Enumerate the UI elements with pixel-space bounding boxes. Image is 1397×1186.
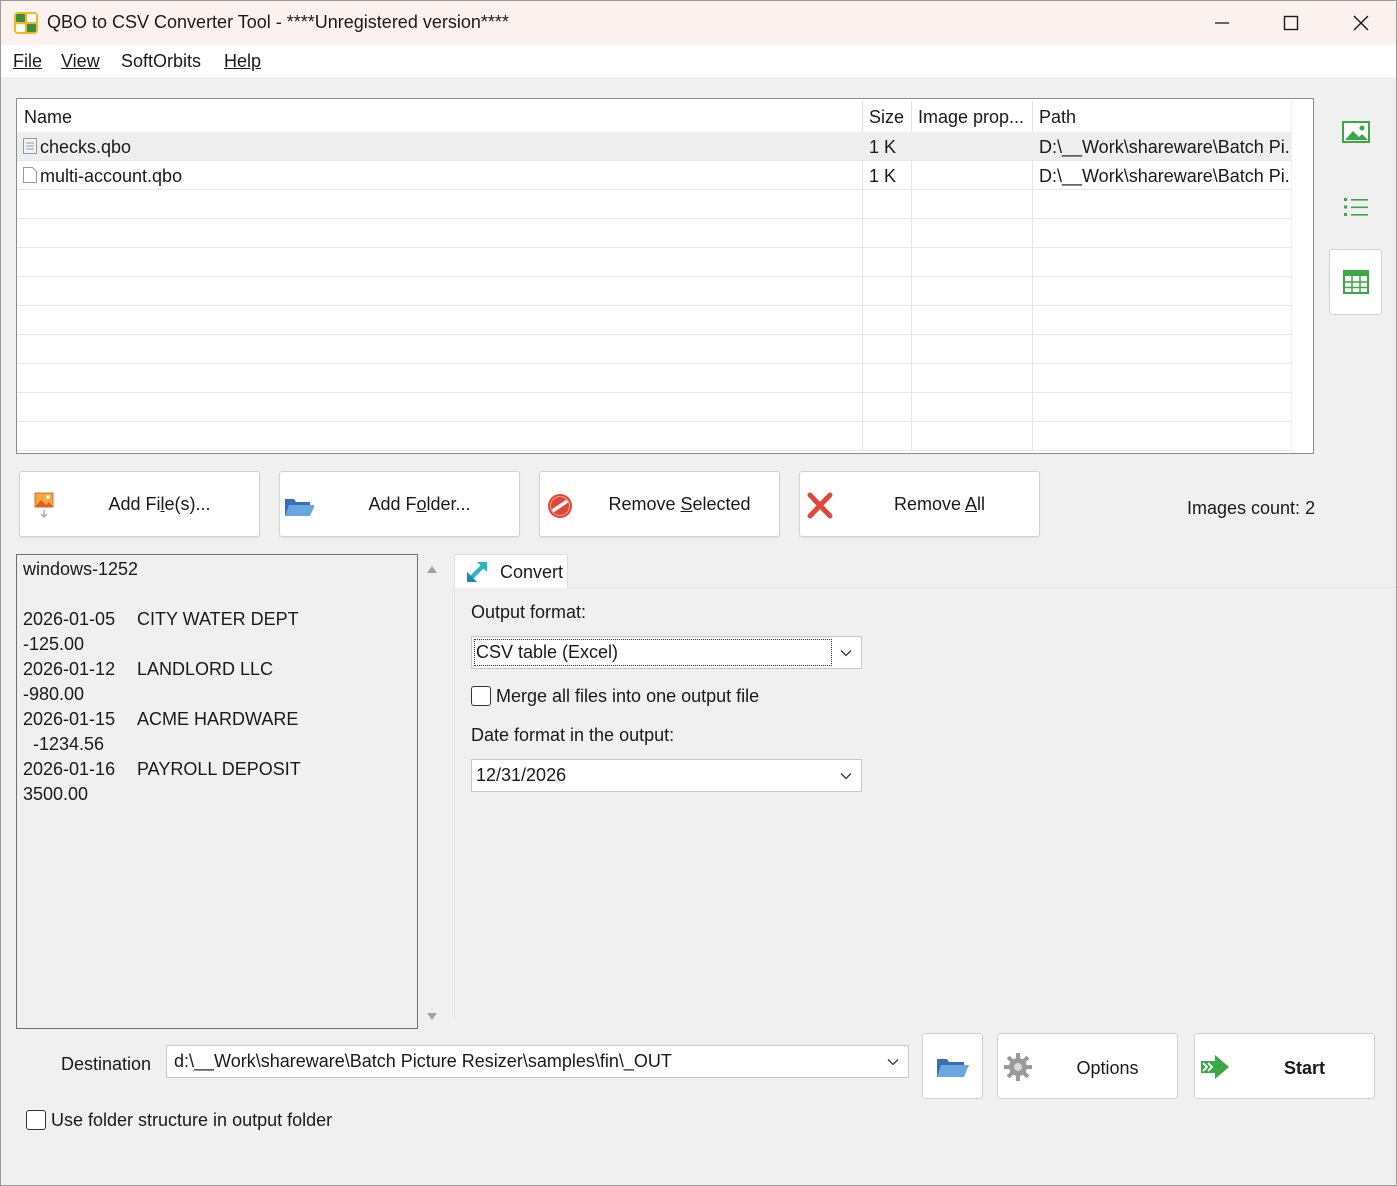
preview-amount: -125.00: [23, 634, 85, 654]
merge-files-checkbox[interactable]: [471, 686, 491, 706]
table-view-icon: [1342, 270, 1369, 294]
preview-line: 2026-01-16 PAYROLL DEPOSIT: [23, 759, 301, 779]
minimize-button[interactable]: [1187, 1, 1257, 45]
file-row[interactable]: multi-account.qbo 1 K D:\__Work\sharewar…: [17, 161, 1292, 190]
folder-open-icon: [285, 499, 314, 516]
options-button[interactable]: Options: [997, 1033, 1178, 1099]
minimize-icon: [1215, 22, 1229, 24]
gear-icon: [1004, 1053, 1032, 1081]
maximize-button[interactable]: [1256, 1, 1326, 45]
preview-line: 2026-01-05 CITY WATER DEPT: [23, 609, 299, 629]
output-format-label: Output format:: [471, 602, 587, 622]
tab-convert[interactable]: Convert: [454, 554, 568, 588]
chevron-down-icon: [840, 773, 852, 780]
file-path: D:\__Work\shareware\Batch Pi...: [1039, 137, 1289, 157]
destination-path: d:\__Work\shareware\Batch Picture Resize…: [174, 1051, 672, 1071]
preview-text-area[interactable]: windows-1252 2026-01-05 CITY WATER DEPT -…: [16, 554, 418, 1029]
file-name: multi-account.qbo: [40, 166, 183, 186]
file-list[interactable]: Name Size Image prop... Path checks.qbo …: [16, 98, 1314, 454]
folder-open-icon: [937, 1059, 969, 1077]
add-folder-label: Add Folder...: [368, 494, 471, 514]
menu-help[interactable]: Help: [224, 51, 261, 72]
remove-all-label: Remove All: [893, 494, 986, 514]
empty-row: [17, 306, 1292, 335]
file-name: checks.qbo: [40, 137, 132, 157]
use-folder-structure-label[interactable]: Use folder structure in output folder: [51, 1110, 332, 1131]
date-format-label: Date format in the output:: [471, 725, 675, 745]
vertical-scrollbar[interactable]: [1291, 99, 1313, 453]
start-arrow-icon: [1201, 1055, 1229, 1079]
empty-row: [17, 422, 1292, 451]
remove-selected-label: Remove Selected: [608, 494, 751, 514]
list-view-button[interactable]: [1329, 174, 1382, 240]
convert-icon: [467, 562, 487, 582]
remove-all-icon: [807, 492, 833, 519]
output-format-value: CSV table (Excel): [476, 642, 619, 662]
scroll-down-icon[interactable]: [425, 1011, 439, 1023]
column-header-name[interactable]: Name: [17, 99, 862, 132]
menu-file[interactable]: File: [13, 51, 42, 72]
app-window: QBO to CSV Converter Tool - ****Unregist…: [0, 0, 1397, 1186]
empty-row: [17, 248, 1292, 277]
merge-files-label[interactable]: Merge all files into one output file: [496, 686, 759, 707]
file-size: 1 K: [869, 137, 897, 157]
empty-row: [17, 219, 1292, 248]
chevron-down-icon: [887, 1059, 899, 1066]
preview-amount: 3500.00: [23, 784, 89, 804]
add-image-icon: [34, 492, 54, 519]
add-files-label: Add File(s)...: [108, 494, 211, 514]
empty-row: [17, 277, 1292, 306]
file-size: 1 K: [869, 166, 897, 186]
image-view-button[interactable]: [1329, 99, 1382, 165]
title-bar[interactable]: QBO to CSV Converter Tool - ****Unregist…: [1, 1, 1396, 45]
maximize-icon: [1283, 15, 1299, 31]
empty-row: [17, 364, 1292, 393]
start-label: Start: [1283, 1058, 1325, 1078]
options-label: Options: [1076, 1058, 1139, 1078]
table-view-button[interactable]: [1329, 249, 1382, 315]
close-icon: [1353, 15, 1369, 31]
column-header-path[interactable]: Path: [1032, 99, 1291, 132]
close-button[interactable]: [1326, 1, 1396, 45]
date-format-select[interactable]: 12/31/2026: [471, 759, 862, 792]
empty-row: [17, 335, 1292, 364]
file-image-prop: [918, 161, 1028, 190]
remove-selected-button[interactable]: Remove Selected: [539, 471, 780, 537]
browse-folder-button[interactable]: [922, 1033, 983, 1099]
add-files-button[interactable]: Add File(s)...: [19, 471, 260, 537]
preview-amount: -980.00: [23, 684, 85, 704]
empty-row: [17, 190, 1292, 219]
images-count: Images count: 2: [1187, 498, 1316, 518]
chevron-down-icon: [840, 650, 852, 657]
file-icon: [23, 132, 39, 161]
app-icon: [14, 12, 38, 34]
image-view-icon: [1341, 121, 1370, 143]
column-header-size[interactable]: Size: [862, 99, 911, 132]
preview-encoding: windows-1252: [23, 559, 139, 579]
use-folder-structure-checkbox[interactable]: [26, 1110, 46, 1130]
preview-line: 2026-01-12 LANDLORD LLC: [23, 659, 274, 679]
preview-amount: -1234.56: [23, 734, 105, 754]
scroll-up-icon[interactable]: [425, 563, 439, 575]
add-folder-button[interactable]: Add Folder...: [279, 471, 520, 537]
start-button[interactable]: Start: [1194, 1033, 1375, 1099]
menu-bar: File View SoftOrbits Help: [1, 45, 1396, 77]
window-title: QBO to CSV Converter Tool - ****Unregist…: [47, 12, 509, 32]
file-row[interactable]: checks.qbo 1 K D:\__Work\shareware\Batch…: [17, 132, 1292, 161]
file-path: D:\__Work\shareware\Batch Pi...: [1039, 166, 1289, 186]
empty-row: [17, 393, 1292, 422]
menu-softorbits[interactable]: SoftOrbits: [121, 51, 201, 72]
remove-selected-icon: [548, 494, 572, 518]
remove-all-button[interactable]: Remove All: [799, 471, 1040, 537]
list-view-icon: [1343, 198, 1368, 216]
date-format-value: 12/31/2026: [476, 765, 567, 785]
destination-input[interactable]: d:\__Work\shareware\Batch Picture Resize…: [166, 1045, 909, 1078]
menu-view[interactable]: View: [61, 51, 100, 72]
output-format-select[interactable]: CSV table (Excel): [471, 636, 862, 669]
file-icon: [23, 161, 39, 190]
preview-line: 2026-01-15 ACME HARDWARE: [23, 709, 299, 729]
file-image-prop: [918, 132, 1028, 161]
column-header-image-prop[interactable]: Image prop...: [911, 99, 1032, 132]
destination-label: Destination: [61, 1054, 152, 1074]
